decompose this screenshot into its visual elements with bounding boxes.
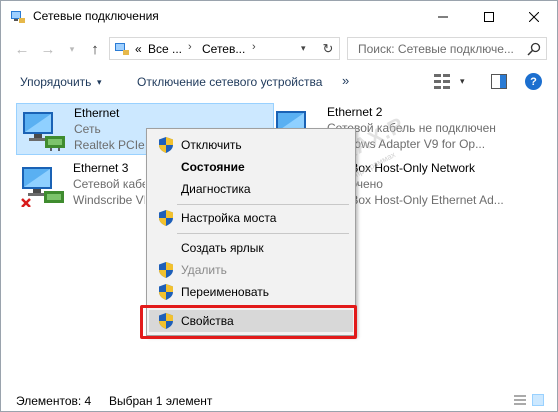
search-placeholder: Поиск: Сетевые подключе... — [358, 42, 514, 56]
address-overflow[interactable]: « — [135, 42, 142, 56]
selection-count: Выбран 1 элемент — [109, 394, 213, 408]
arrow-up-icon: ↑ — [91, 40, 99, 58]
network-adapter-icon — [21, 167, 64, 207]
explorer-window: Сетевые подключения ← → ▾ ↑ « Все ... › … — [0, 0, 558, 412]
chevron-down-icon: ▾ — [69, 43, 75, 54]
address-separator[interactable]: › — [252, 41, 256, 53]
search-field[interactable]: Поиск: Сетевые подключе... — [347, 37, 547, 60]
refresh-icon: ↻ — [322, 40, 334, 56]
address-crumb-all[interactable]: Все ... — [148, 42, 182, 56]
network-folder-icon — [115, 43, 129, 55]
menu-item-label: Диагностика — [181, 182, 251, 196]
address-separator[interactable]: › — [188, 41, 192, 53]
status-bar: Элементов: 4 Выбран 1 элемент — [1, 389, 557, 411]
minimize-button[interactable] — [420, 1, 466, 32]
menu-item-label: Переименовать — [181, 285, 269, 299]
uac-shield-icon — [159, 137, 173, 153]
command-bar: Упорядочить ▾ Отключение сетевого устрой… — [1, 67, 557, 96]
menu-separator — [177, 233, 349, 234]
maximize-icon — [484, 11, 494, 22]
uac-shield-icon — [159, 210, 173, 226]
menu-item-disable[interactable]: Отключить — [149, 134, 353, 156]
item-name: Ethernet 3 — [73, 161, 129, 175]
change-view-icon[interactable] — [434, 74, 450, 89]
up-button[interactable]: ↑ — [84, 38, 106, 60]
item-adapter: alBox Host-Only Ethernet Ad... — [341, 193, 504, 207]
menu-item-rename[interactable]: Переименовать — [149, 281, 353, 303]
address-bar[interactable]: « Все ... › Сетев... › ▾ ↻ — [109, 37, 340, 60]
tiles-view-icon[interactable] — [532, 394, 544, 406]
menu-item-status[interactable]: Состояние — [149, 156, 353, 178]
help-button[interactable]: ? — [525, 73, 542, 90]
highlight-frame — [140, 305, 357, 339]
arrow-left-icon: ← — [14, 40, 30, 58]
back-button[interactable]: ← — [11, 38, 33, 60]
menu-item-delete[interactable]: Удалить — [149, 259, 353, 281]
uac-shield-icon — [159, 284, 173, 300]
preview-pane-icon[interactable] — [491, 74, 507, 89]
address-dropdown-icon[interactable]: ▾ — [301, 43, 306, 54]
recent-locations-button[interactable]: ▾ — [61, 38, 83, 60]
menu-separator — [177, 204, 349, 205]
menu-item-label: Настройка моста — [181, 211, 277, 225]
organize-button[interactable]: Упорядочить — [20, 75, 91, 89]
menu-item-label: Состояние — [181, 160, 245, 174]
maximize-button[interactable] — [466, 1, 512, 32]
menu-item-diagnostics[interactable]: Диагностика — [149, 178, 353, 200]
item-count: Элементов: 4 — [16, 394, 92, 408]
item-status: лючено — [341, 177, 383, 191]
arrow-right-icon: → — [40, 40, 56, 58]
network-adapter-icon — [23, 112, 65, 151]
address-crumb-network[interactable]: Сетев... — [202, 42, 245, 56]
view-options-dropdown-icon[interactable]: ▾ — [460, 76, 465, 87]
title-bar[interactable]: Сетевые подключения — [1, 1, 557, 32]
network-connections-icon — [11, 11, 25, 23]
disable-device-button[interactable]: Отключение сетевого устройства — [137, 75, 322, 89]
window-title: Сетевые подключения — [33, 9, 159, 23]
details-view-icon[interactable] — [514, 394, 526, 406]
close-button[interactable] — [511, 1, 557, 32]
menu-item-label: Удалить — [181, 263, 227, 277]
close-icon — [529, 11, 539, 22]
menu-item-bridge[interactable]: Настройка моста — [149, 207, 353, 229]
forward-button[interactable]: → — [37, 38, 59, 60]
item-adapter: Realtek PCIe G — [74, 138, 146, 152]
uac-shield-icon — [159, 262, 173, 278]
menu-item-create-shortcut[interactable]: Создать ярлык — [149, 237, 353, 259]
item-name: Ethernet 2 — [327, 105, 383, 119]
more-commands-button[interactable]: » — [342, 73, 349, 88]
item-adapter: Windscribe VP — [73, 193, 145, 207]
refresh-button[interactable]: ↻ — [318, 40, 338, 57]
item-status: Сетевой кабе — [73, 177, 145, 191]
item-name: Ethernet — [74, 106, 120, 120]
menu-item-label: Отключить — [181, 138, 242, 152]
menu-item-label: Создать ярлык — [181, 241, 264, 255]
chevron-down-icon: ▾ — [97, 77, 102, 87]
minimize-icon — [438, 16, 448, 17]
search-icon[interactable] — [526, 41, 542, 57]
